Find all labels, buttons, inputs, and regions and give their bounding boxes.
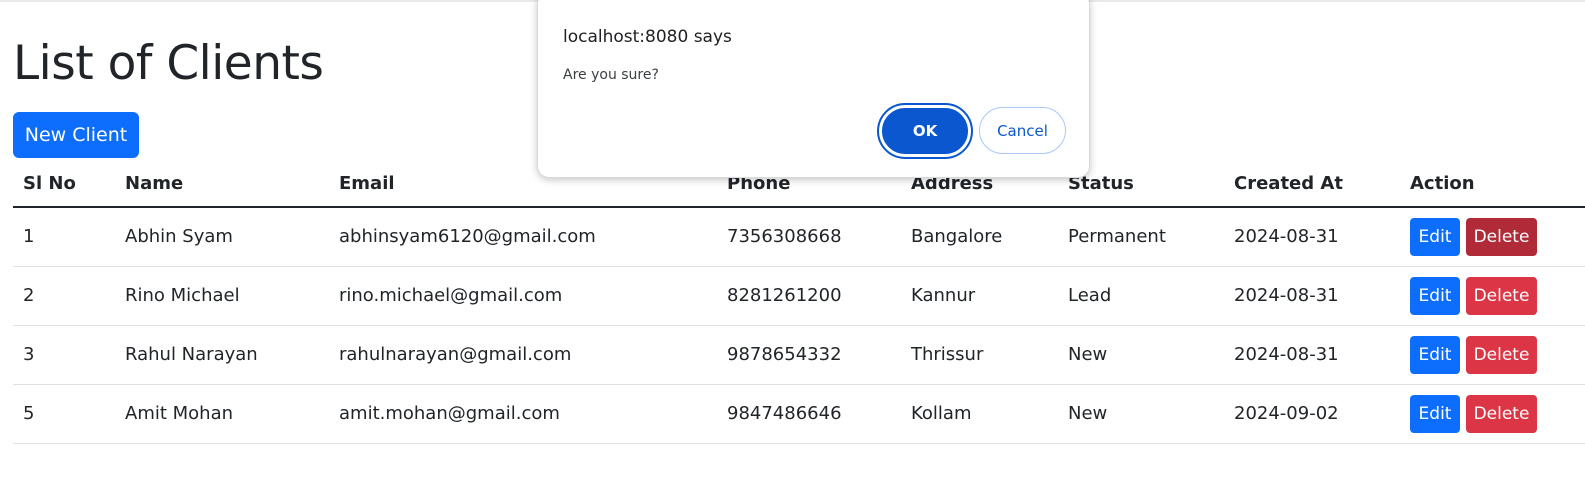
cell-action: Edit Delete [1400,266,1585,326]
cell-action: Edit Delete [1400,325,1585,385]
cell-name: Rahul Narayan [115,325,329,385]
table-row: 5 Amit Mohan amit.mohan@gmail.com 984748… [13,384,1585,444]
cell-sl-no: 1 [13,207,115,267]
delete-button[interactable]: Delete [1466,276,1537,315]
edit-button[interactable]: Edit [1410,276,1460,315]
cell-sl-no: 2 [13,266,115,326]
edit-button[interactable]: Edit [1410,394,1460,433]
cell-created-at: 2024-08-31 [1224,266,1400,326]
table-row: 1 Abhin Syam abhinsyam6120@gmail.com 735… [13,207,1585,267]
cell-action: Edit Delete [1400,384,1585,444]
edit-button[interactable]: Edit [1410,335,1460,374]
cell-email: amit.mohan@gmail.com [329,384,717,444]
cell-action: Edit Delete [1400,207,1585,267]
cell-phone: 9847486646 [717,384,901,444]
cell-name: Rino Michael [115,266,329,326]
table-row: 3 Rahul Narayan rahulnarayan@gmail.com 9… [13,325,1585,385]
cell-address: Kannur [901,266,1058,326]
delete-button[interactable]: Delete [1466,335,1537,374]
cell-created-at: 2024-09-02 [1224,384,1400,444]
cell-status: Lead [1058,266,1224,326]
cell-created-at: 2024-08-31 [1224,325,1400,385]
delete-button[interactable]: Delete [1466,394,1537,433]
cell-email: abhinsyam6120@gmail.com [329,207,717,267]
dialog-message: Are you sure? [563,67,659,83]
cell-phone: 7356308668 [717,207,901,267]
cell-name: Abhin Syam [115,207,329,267]
new-client-button[interactable]: New Client [13,112,139,158]
edit-button[interactable]: Edit [1410,217,1460,256]
cell-address: Kollam [901,384,1058,444]
table-row: 2 Rino Michael rino.michael@gmail.com 82… [13,266,1585,326]
cell-status: New [1058,325,1224,385]
confirm-dialog: localhost:8080 says Are you sure? OK Can… [537,0,1090,178]
ok-button[interactable]: OK [877,103,973,159]
cell-name: Amit Mohan [115,384,329,444]
cell-phone: 8281261200 [717,266,901,326]
header-name: Name [115,161,329,208]
cell-sl-no: 5 [13,384,115,444]
cell-status: New [1058,384,1224,444]
cell-phone: 9878654332 [717,325,901,385]
header-created-at: Created At [1224,161,1400,208]
page-title: List of Clients [13,36,324,91]
cell-status: Permanent [1058,207,1224,267]
clients-table: Sl No Name Email Phone Address Status Cr… [13,161,1585,444]
cell-email: rahulnarayan@gmail.com [329,325,717,385]
cell-sl-no: 3 [13,325,115,385]
cell-address: Thrissur [901,325,1058,385]
header-sl-no: Sl No [13,161,115,208]
delete-button[interactable]: Delete [1466,217,1537,256]
dialog-title: localhost:8080 says [563,27,732,47]
cell-address: Bangalore [901,207,1058,267]
cell-created-at: 2024-08-31 [1224,207,1400,267]
cancel-button[interactable]: Cancel [979,107,1066,154]
header-action: Action [1400,161,1585,208]
cell-email: rino.michael@gmail.com [329,266,717,326]
